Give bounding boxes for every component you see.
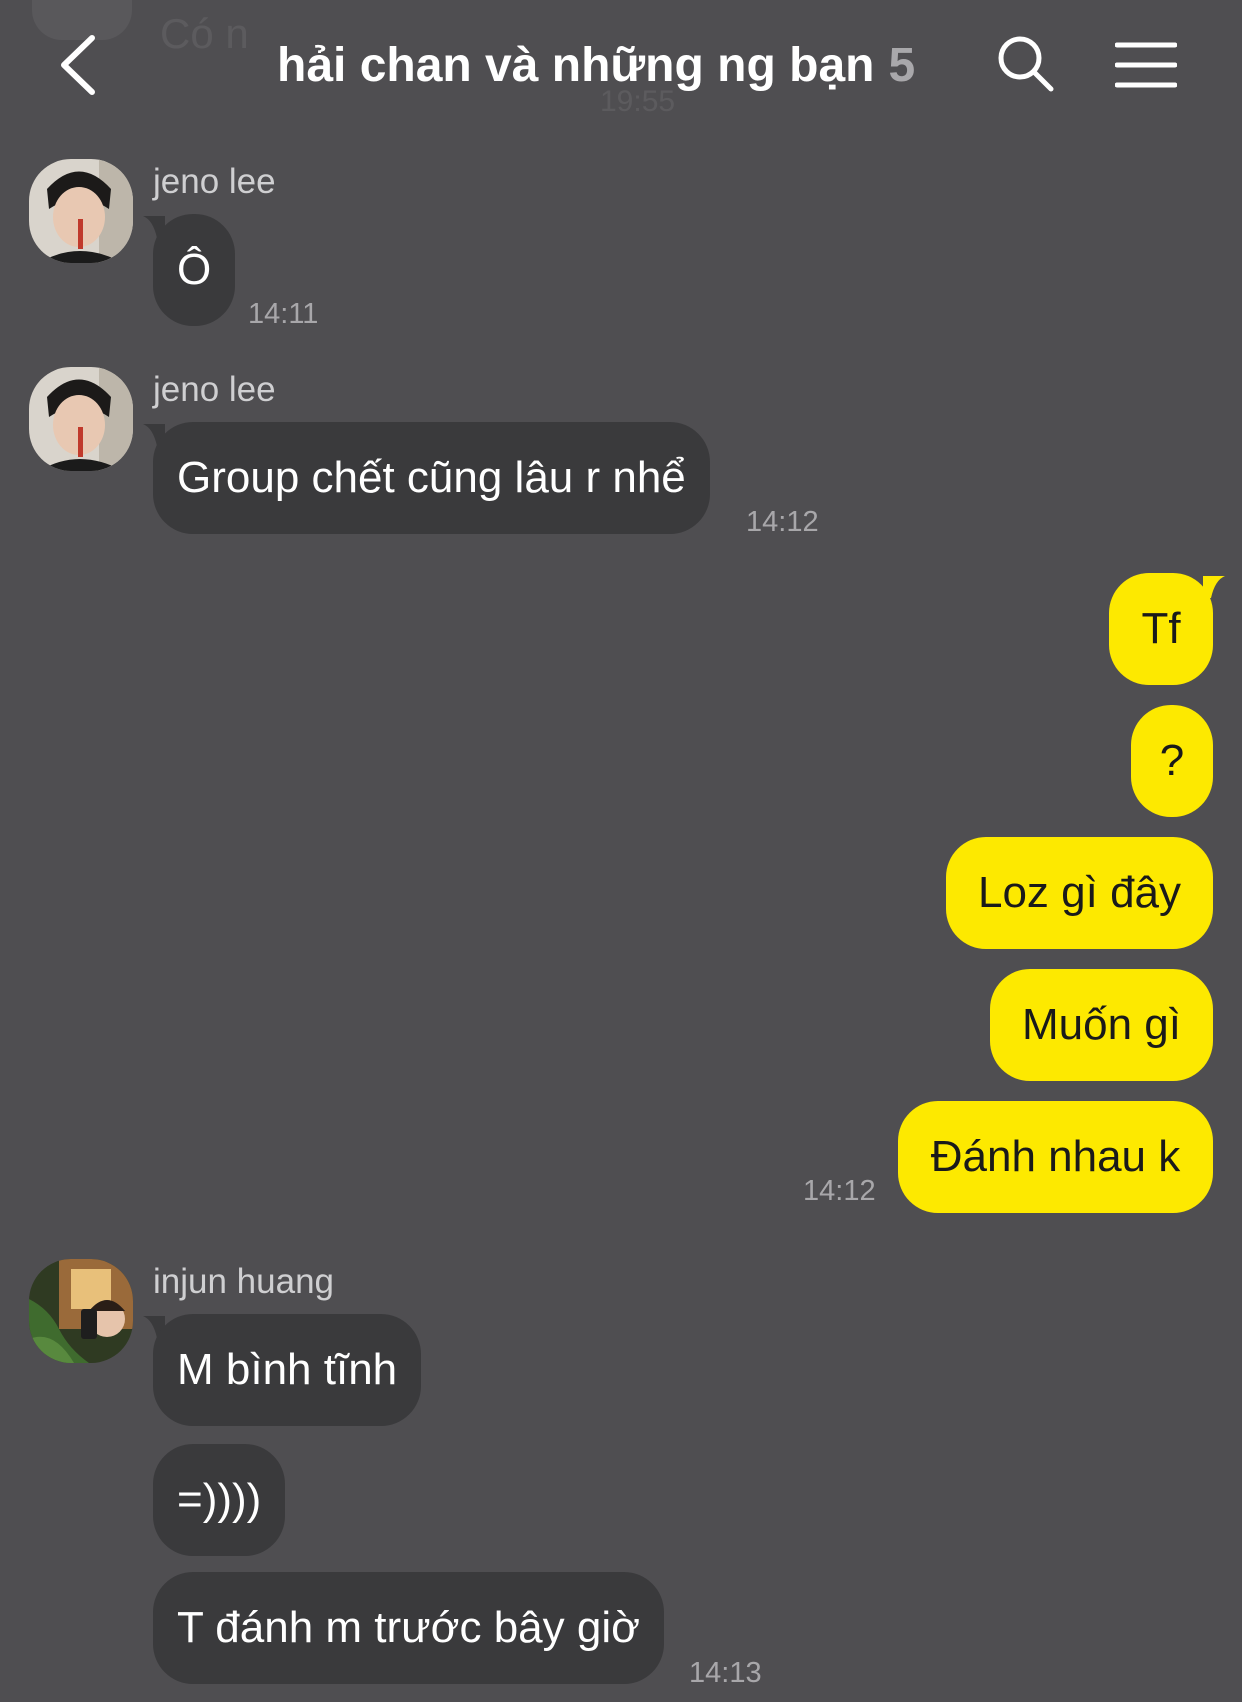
chat-title: hải chan và những ng bạn 5 xyxy=(277,38,915,93)
search-icon xyxy=(998,36,1054,92)
avatar-jeno-lee[interactable] xyxy=(29,367,133,471)
profile-photo-icon xyxy=(29,159,133,263)
incoming-message-bubble[interactable]: Ô xyxy=(153,214,236,326)
incoming-message-bubble[interactable]: T đánh m trước bây giờ xyxy=(153,1572,664,1684)
sender-name: jeno lee xyxy=(153,162,276,201)
back-button[interactable] xyxy=(50,30,110,100)
profile-photo-icon xyxy=(29,367,133,471)
incoming-message-bubble[interactable]: =)))) xyxy=(153,1444,286,1556)
message-timestamp: 14:13 xyxy=(689,1657,762,1689)
incoming-message-bubble[interactable]: M bình tĩnh xyxy=(153,1314,422,1426)
outgoing-message-bubble[interactable]: Muốn gì xyxy=(990,969,1213,1081)
message-timestamp: 14:12 xyxy=(746,506,819,538)
message-timestamp: 14:12 xyxy=(803,1175,876,1207)
outgoing-message-bubble[interactable]: Tf xyxy=(1109,573,1213,685)
scrolled-message-preview: Có n xyxy=(160,10,249,57)
member-count: 5 xyxy=(888,39,916,92)
outgoing-message-bubble[interactable]: Loz gì đây xyxy=(946,837,1213,949)
incoming-message-bubble[interactable]: Group chết cũng lâu r nhể xyxy=(153,422,710,534)
message-timestamp: 14:11 xyxy=(248,298,319,330)
chevron-left-icon xyxy=(61,35,95,95)
avatar-jeno-lee[interactable] xyxy=(29,159,133,263)
group-name: hải chan và những ng bạn xyxy=(277,39,875,92)
avatar-injun-huang[interactable] xyxy=(29,1259,133,1363)
chat-header: Có n 19:55 hải chan và những ng bạn 5 xyxy=(0,0,1242,130)
sender-name: injun huang xyxy=(153,1262,334,1301)
outgoing-message-bubble[interactable]: ? xyxy=(1131,705,1213,817)
search-button[interactable] xyxy=(995,33,1057,95)
hamburger-menu-icon xyxy=(1114,42,1178,88)
profile-photo-icon xyxy=(29,1259,133,1363)
outgoing-message-bubble[interactable]: Đánh nhau k xyxy=(898,1101,1213,1213)
menu-button[interactable] xyxy=(1114,40,1178,90)
sender-name: jeno lee xyxy=(153,370,276,409)
